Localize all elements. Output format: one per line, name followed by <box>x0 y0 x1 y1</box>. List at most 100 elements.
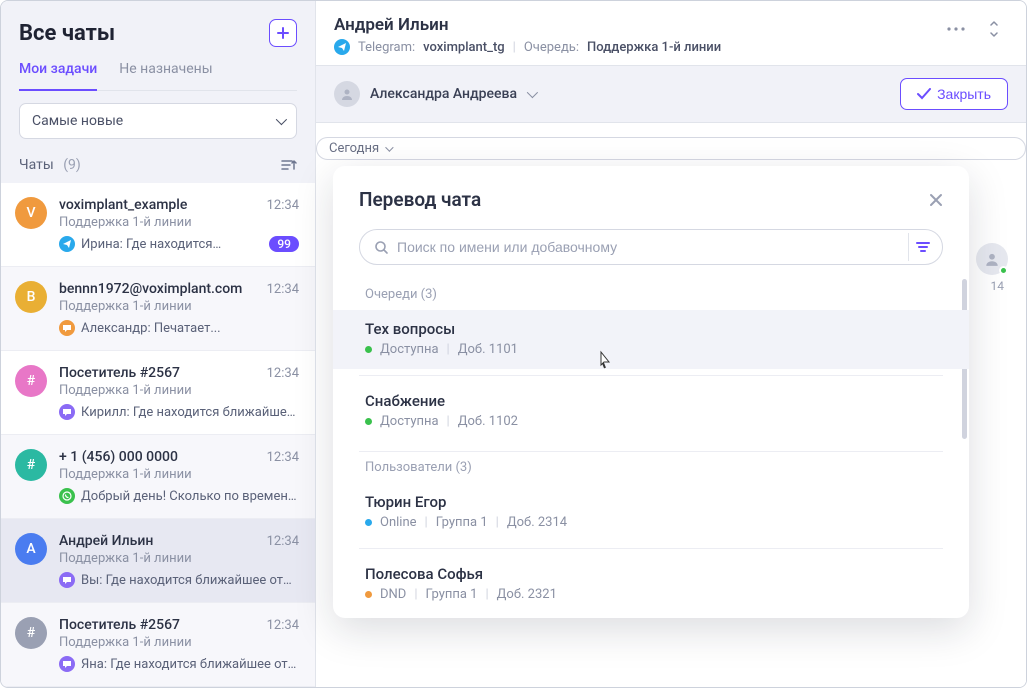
chat-time: 12:34 <box>267 618 299 633</box>
group-text: Группа 1 <box>426 587 478 602</box>
status-dot <box>365 346 372 353</box>
users-section-label: Пользователи (3) <box>333 452 969 483</box>
conversation-header: Андрей Ильин Telegram: voximplant_tg | О… <box>316 1 1026 66</box>
chat-item[interactable]: # + 1 (456) 000 0000 12:34 Поддержка 1-й… <box>1 435 315 519</box>
app-shell: Все чаты Мои задачи Не назначены Самые н… <box>0 0 1027 688</box>
expand-icon <box>988 21 1000 37</box>
assignee-select[interactable]: Александра Андреева <box>334 81 535 107</box>
filter-button[interactable] <box>908 233 936 261</box>
contact-meta: Telegram: voximplant_tg | Очередь: Подде… <box>334 39 721 55</box>
status-text: DND <box>380 587 406 602</box>
modal-title: Перевод чата <box>359 188 481 211</box>
chat-time: 12:34 <box>267 534 299 549</box>
more-button[interactable] <box>942 15 970 43</box>
chat-avatar: А <box>15 533 47 565</box>
close-chat-button[interactable]: Закрыть <box>900 78 1008 110</box>
sidebar-tabs: Мои задачи Не назначены <box>19 61 297 91</box>
chat-name: Посетитель #2567 <box>59 617 180 633</box>
status-dot <box>365 519 372 526</box>
chat-preview: Александр: Печатает... <box>81 321 299 336</box>
queue-result-item[interactable]: Снабжение Доступна | Доб. 1102 <box>333 382 969 441</box>
msg-icon <box>59 320 75 336</box>
person-icon <box>984 251 1000 267</box>
status-dot <box>365 591 372 598</box>
filter-icon <box>916 241 930 253</box>
chat-name: + 1 (456) 000 0000 <box>59 449 178 465</box>
search-icon <box>374 240 389 255</box>
chats-label: Чаты <box>19 157 54 173</box>
chat-preview: Добрый день! Сколько по времени… <box>81 489 299 504</box>
status-text: Доступна <box>380 414 439 429</box>
close-icon <box>929 193 943 207</box>
chat-avatar: # <box>15 617 47 649</box>
chat-queue: Поддержка 1-й линии <box>59 215 299 230</box>
chat-avatar: # <box>15 365 47 397</box>
chat-list[interactable]: V voximplant_example 12:34 Поддержка 1-й… <box>1 183 315 687</box>
chat-item[interactable]: V voximplant_example 12:34 Поддержка 1-й… <box>1 183 315 267</box>
sort-direction-button[interactable] <box>281 158 297 172</box>
chat-queue: Поддержка 1-й линии <box>59 467 299 482</box>
result-list[interactable]: Очереди (3) Тех вопросы Доступна | Доб. … <box>333 279 969 618</box>
chat-queue: Поддержка 1-й линии <box>59 635 299 650</box>
chat-item[interactable]: B bennn1972@voximplant.com 12:34 Поддерж… <box>1 267 315 351</box>
search-input[interactable] <box>397 239 908 255</box>
chat-preview: Кирилл: Где находится ближайшее… <box>81 405 299 420</box>
chevron-down-icon <box>385 143 393 151</box>
chat-queue: Поддержка 1-й линии <box>59 383 299 398</box>
expand-button[interactable] <box>980 15 1008 43</box>
search-box <box>359 229 943 265</box>
tab-unassigned[interactable]: Не назначены <box>119 61 212 90</box>
divider <box>359 375 943 376</box>
chat-preview: Вы: Где находится ближайшее от… <box>81 573 299 588</box>
result-name: Тюрин Егор <box>365 493 943 511</box>
plus-icon <box>276 26 290 40</box>
online-dot <box>999 266 1008 275</box>
queue-label: Очередь: <box>524 40 579 55</box>
user-result-item[interactable]: Тюрин Егор Online | Группа 1 | Доб. 2314 <box>333 483 969 542</box>
channel-handle: voximplant_tg <box>423 40 505 55</box>
header-actions <box>942 15 1008 43</box>
modal-close-button[interactable] <box>929 193 943 207</box>
chat-item[interactable]: # Посетитель #2567 12:34 Поддержка 1-й л… <box>1 351 315 435</box>
telegram-icon <box>59 236 75 252</box>
chat-icon <box>59 656 75 672</box>
extension: Доб. 2314 <box>507 515 567 530</box>
participant-avatar[interactable]: 14 <box>976 243 1008 293</box>
chat-name: Андрей Ильин <box>59 533 153 549</box>
assignee-row: Александра Андреева Закрыть <box>316 66 1026 123</box>
chats-header: Чаты (9) <box>1 151 315 183</box>
chat-queue: Поддержка 1-й линии <box>59 299 299 314</box>
channel-label: Telegram: <box>358 40 415 55</box>
queue-result-item[interactable]: Тех вопросы Доступна | Доб. 1101 <box>333 310 969 369</box>
chat-item[interactable]: # Посетитель #2567 12:34 Поддержка 1-й л… <box>1 603 315 687</box>
contact-name: Андрей Ильин <box>334 15 721 35</box>
extension: Доб. 1102 <box>458 414 518 429</box>
chat-avatar: # <box>15 449 47 481</box>
user-result-item[interactable]: Полесова Софья DND | Группа 1 | Доб. 232… <box>333 555 969 614</box>
status-dot <box>365 418 372 425</box>
close-chat-label: Закрыть <box>937 86 991 102</box>
unread-badge: 99 <box>269 236 299 252</box>
chat-time: 12:34 <box>267 198 299 213</box>
chat-time: 12:34 <box>267 450 299 465</box>
person-icon <box>340 87 354 101</box>
chat-name: bennn1972@voximplant.com <box>59 281 242 297</box>
compose-button[interactable] <box>269 19 297 47</box>
group-text: Группа 1 <box>436 515 488 530</box>
tab-my-tasks[interactable]: Мои задачи <box>19 61 97 91</box>
chat-name: Посетитель #2567 <box>59 365 180 381</box>
result-name: Тех вопросы <box>365 320 943 338</box>
date-filter[interactable]: Сегодня <box>316 137 1026 160</box>
chat-time: 12:34 <box>267 366 299 381</box>
sort-select[interactable]: Самые новые <box>19 103 297 139</box>
chat-item[interactable]: А Андрей Ильин 12:34 Поддержка 1-й линии… <box>1 519 315 603</box>
chat-preview: Яна: Где находится ближайшее от… <box>81 657 299 672</box>
chat-time: 12:34 <box>267 282 299 297</box>
chats-count: (9) <box>63 157 81 173</box>
status-text: Online <box>380 515 417 530</box>
chat-avatar: V <box>15 197 47 229</box>
status-text: Доступна <box>380 342 439 357</box>
sort-row: Самые новые <box>1 91 315 151</box>
sidebar-title: Все чаты <box>19 21 115 46</box>
telegram-icon <box>334 39 350 55</box>
